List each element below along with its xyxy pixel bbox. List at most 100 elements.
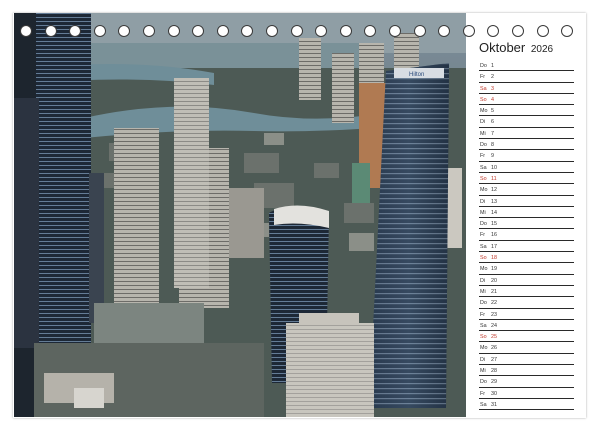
day-row: Mi 28 [479, 365, 574, 377]
day-row: So 18 [479, 252, 574, 264]
day-number: 8 [491, 142, 494, 149]
day-number: 17 [491, 243, 497, 250]
binding-ring-icon [561, 25, 574, 37]
day-row: Di 20 [479, 275, 574, 286]
day-row: Mo 19 [479, 263, 574, 275]
city-skyline-photo: Hilton [14, 13, 466, 417]
binding-ring-icon [364, 25, 377, 37]
day-number: 26 [491, 345, 497, 352]
binding-ring-icon [167, 25, 180, 37]
day-name: Sa [480, 401, 487, 408]
month-name: Oktober [479, 40, 526, 55]
day-name: Di [480, 198, 486, 205]
month-title: Oktober 2026 [479, 40, 553, 55]
day-name: So [480, 175, 487, 182]
day-row: Sa 10 [479, 162, 574, 173]
day-row: Mo 26 [479, 342, 574, 354]
day-row: Mi 21 [479, 286, 574, 298]
day-name: Fr [480, 153, 486, 160]
day-row: Sa 3 [479, 83, 574, 94]
day-name: Sa [480, 243, 487, 250]
day-number: 3 [491, 85, 494, 92]
day-name: Mi [480, 209, 486, 216]
day-number: 12 [491, 187, 497, 194]
day-name: Sa [480, 164, 487, 171]
day-row: Mi 14 [479, 207, 574, 219]
binding-ring-icon [241, 25, 254, 37]
day-row: Mi 7 [479, 128, 574, 140]
day-row: So 11 [479, 173, 574, 185]
day-number: 2 [491, 74, 494, 81]
binding-rings [20, 25, 580, 41]
day-number: 27 [491, 356, 497, 363]
day-row: Do 29 [479, 376, 574, 388]
day-row: Fr 16 [479, 229, 574, 241]
binding-ring-icon [20, 25, 32, 37]
day-number: 18 [491, 255, 497, 262]
day-number: 15 [491, 221, 497, 228]
day-name: So [480, 334, 487, 341]
day-name: Do [480, 300, 487, 307]
day-list: Do 1 Fr 2 Sa 3 So 4 Mo 5 Di 6 Mi 7 Do 8 Fr 9 Sa 10 So 11 Mo 12 D… [479, 60, 574, 411]
binding-ring-icon [315, 25, 328, 37]
day-name: So [480, 96, 487, 103]
day-name: Mo [480, 266, 488, 273]
day-number: 4 [491, 96, 494, 103]
day-number: 23 [491, 311, 497, 318]
binding-ring-icon [118, 25, 131, 37]
day-row: Sa 24 [479, 320, 574, 332]
day-name: Fr [480, 74, 486, 81]
day-name: Mo [480, 187, 488, 194]
day-name: So [480, 255, 487, 262]
day-name: Sa [480, 322, 487, 329]
day-number: 28 [491, 368, 497, 375]
binding-ring-icon [512, 25, 524, 37]
day-number: 7 [491, 130, 494, 137]
day-number: 29 [491, 379, 497, 386]
day-name: Sa [480, 85, 487, 92]
day-number: 16 [491, 232, 497, 239]
day-name: Di [480, 119, 486, 126]
day-row: Di 27 [479, 354, 574, 366]
binding-ring-icon [266, 25, 278, 37]
day-name: Mi [480, 288, 486, 295]
binding-ring-icon [389, 25, 401, 37]
day-number: 31 [491, 401, 497, 408]
binding-ring-icon [69, 25, 82, 37]
binding-ring-icon [413, 25, 426, 37]
binding-ring-icon [44, 25, 57, 37]
day-name: Di [480, 356, 486, 363]
day-name: Fr [480, 232, 486, 239]
svg-text:Hilton: Hilton [409, 72, 424, 78]
day-row: Di 6 [479, 116, 574, 128]
day-name: Do [480, 379, 487, 386]
day-row: Do 22 [479, 297, 574, 309]
day-number: 19 [491, 266, 497, 273]
day-row: Fr 23 [479, 309, 574, 320]
day-number: 20 [491, 277, 497, 284]
day-name: Do [480, 63, 487, 69]
day-name: Do [480, 221, 487, 228]
day-row: Di 13 [479, 196, 574, 207]
day-name: Mo [480, 108, 488, 115]
day-number: 5 [491, 108, 494, 115]
day-number: 25 [491, 334, 497, 341]
binding-ring-icon [93, 25, 106, 37]
day-row: Fr 30 [479, 388, 574, 399]
day-row: Mo 12 [479, 184, 574, 196]
day-row: Do 1 [479, 60, 574, 72]
day-number: 21 [491, 288, 497, 295]
binding-ring-icon [339, 25, 352, 37]
day-row: Sa 31 [479, 399, 574, 411]
day-number: 1 [491, 63, 494, 69]
binding-ring-icon [216, 25, 229, 37]
binding-ring-icon [487, 25, 500, 37]
day-name: Do [480, 142, 487, 149]
day-number: 13 [491, 198, 497, 205]
binding-ring-icon [462, 25, 475, 37]
day-name: Mi [480, 368, 486, 375]
day-row: Fr 9 [479, 150, 574, 162]
binding-ring-icon [143, 25, 155, 37]
binding-ring-icon [536, 25, 549, 37]
day-number: 9 [491, 153, 494, 160]
